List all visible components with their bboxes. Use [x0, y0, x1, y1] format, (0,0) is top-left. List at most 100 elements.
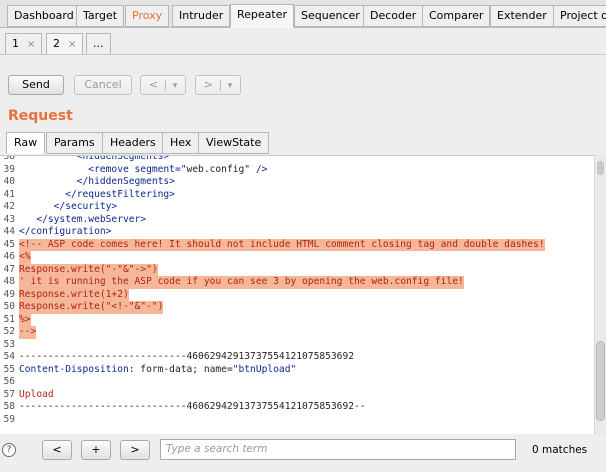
repeater-tab-bar: 1 × 2 × ... [0, 28, 606, 55]
back-button[interactable]: < | ▾ [140, 75, 186, 95]
tab-proxy[interactable]: Proxy [125, 5, 170, 27]
line-number: 50 [3, 301, 15, 312]
code-token: Response.write("<!-"&"-") [19, 301, 164, 312]
tab-target[interactable]: Target [76, 5, 125, 27]
line-number: 44 [3, 226, 15, 237]
next-match-button[interactable]: > [120, 440, 150, 460]
editor-line[interactable]: 59 [0, 414, 594, 427]
editor-line[interactable]: 39 <remove segment="web.config" /> [0, 164, 594, 177]
code-token: Response.write(1+2) [19, 288, 129, 300]
line-code: -----------------------------46062942913… [19, 401, 366, 414]
line-code: </system.webServer> [19, 214, 146, 227]
line-code: --> [19, 326, 37, 339]
previous-match-button[interactable]: < [42, 440, 72, 460]
tab-sequencer[interactable]: Sequencer [294, 5, 367, 27]
scroll-marker [597, 161, 604, 175]
send-button[interactable]: Send [8, 75, 64, 95]
editor-line[interactable]: 42 </security> [0, 201, 594, 214]
tab-params[interactable]: Params [46, 132, 103, 154]
editor-line[interactable]: 52 --> [0, 326, 594, 339]
close-icon[interactable]: × [68, 39, 76, 50]
line-code: <!-- ASP code comes here! It should not … [19, 238, 545, 251]
add-button[interactable]: + [81, 440, 111, 460]
code-token: </hiddenSegments> [19, 176, 175, 187]
editor-line[interactable]: 44 </configuration> [0, 226, 594, 239]
editor-line[interactable]: 47 Response.write("-"&"->") [0, 263, 594, 276]
tab-decoder[interactable]: Decoder [363, 5, 424, 27]
editor-line[interactable]: 49 Response.write(1+2) [0, 288, 594, 301]
vertical-scrollbar[interactable] [594, 155, 606, 434]
repeater-tab-1[interactable]: 1 × [5, 33, 43, 55]
line-number: 53 [3, 338, 15, 350]
editor-line[interactable]: 56 [0, 376, 594, 389]
editor-line[interactable]: 54 -----------------------------460629429… [0, 351, 594, 364]
line-code: Response.write(1+2) [19, 288, 129, 301]
tab-dashboard[interactable]: Dashboard [7, 5, 81, 27]
editor-line[interactable]: 55 Content-Disposition: form-data; name="… [0, 364, 594, 377]
line-number: 59 [3, 413, 15, 425]
line-code: %> [19, 313, 31, 326]
line-code: Response.write("<!-"&"-") [19, 301, 164, 314]
editor-line[interactable]: 43 </system.webServer> [0, 214, 594, 227]
tab-headers[interactable]: Headers [102, 132, 164, 154]
line-number: 54 [3, 351, 15, 362]
line-number: 43 [3, 213, 15, 225]
editor-line[interactable]: 45 <!-- ASP code comes here! It should no… [0, 238, 594, 251]
tab-raw[interactable]: Raw [6, 132, 46, 154]
tab-extender[interactable]: Extender [490, 5, 554, 27]
separator: | [163, 78, 168, 91]
code-token: /> [250, 163, 268, 175]
tab-repeater[interactable]: Repeater [230, 4, 295, 28]
help-icon[interactable]: ? [2, 443, 16, 457]
code-token: Upload [19, 388, 54, 400]
chevron-down-icon[interactable]: ▾ [173, 81, 178, 91]
tab-intruder[interactable]: Intruder [172, 5, 231, 27]
repeater-tab-2[interactable]: 2 × [46, 33, 84, 55]
editor-line[interactable]: 57 Upload [0, 389, 594, 402]
editor-line[interactable]: 46 <% [0, 251, 594, 264]
tab-comparer[interactable]: Comparer [422, 5, 491, 27]
line-code: </requestFiltering> [19, 189, 175, 202]
line-code: </configuration> [19, 226, 111, 239]
code-token: <remove segment= [19, 163, 181, 175]
line-number: 47 [3, 263, 15, 275]
line-number: 46 [3, 251, 15, 262]
line-code: <% [19, 251, 31, 264]
repeater-tab-label: 2 [53, 37, 60, 50]
tab-project-options[interactable]: Project op [553, 5, 606, 27]
code-token: --> [19, 326, 37, 337]
code-token: -----------------------------46062942913… [19, 401, 366, 412]
forward-button[interactable]: > | ▾ [195, 75, 241, 95]
line-number: 58 [3, 401, 15, 412]
code-token: Response.write("-"&"->") [19, 263, 158, 275]
editor-line[interactable]: 51 %> [0, 313, 594, 326]
editor-line[interactable]: 53 [0, 339, 594, 352]
line-number: 41 [3, 188, 15, 200]
code-token: "btnUpload" [232, 363, 297, 375]
line-number: 52 [3, 326, 15, 337]
tab-hex[interactable]: Hex [162, 132, 200, 154]
editor-line[interactable]: 38 <hiddenSegments> [0, 156, 594, 164]
new-tab-button[interactable]: ... [86, 33, 111, 55]
editor-line[interactable]: 50 Response.write("<!-"&"-") [0, 301, 594, 314]
code-token: Content-Disposition [19, 363, 129, 375]
editor-line[interactable]: 58 -----------------------------460629429… [0, 401, 594, 414]
chevron-right-icon: > [203, 78, 213, 91]
line-number: 55 [3, 363, 15, 375]
request-editor[interactable]: 38 <hiddenSegments> 39 <remove segment="w… [0, 155, 594, 434]
tab-viewstate[interactable]: ViewState [198, 132, 270, 154]
code-token: <% [19, 251, 31, 262]
code-token: </system.webServer> [19, 213, 147, 225]
scrollbar-thumb[interactable] [596, 341, 605, 421]
editor-line[interactable]: 40 </hiddenSegments> [0, 176, 594, 189]
code-token: ' it is running the ASP code if you can … [19, 276, 464, 287]
line-number: 57 [3, 388, 15, 400]
line-code: <remove segment="web.config" /> [19, 164, 267, 177]
chevron-down-icon[interactable]: ▾ [228, 81, 233, 91]
editor-line[interactable]: 41 </requestFiltering> [0, 189, 594, 202]
editor-line[interactable]: 48 ' it is running the ASP code if you ca… [0, 276, 594, 289]
search-input[interactable]: Type a search term [160, 439, 516, 460]
close-icon[interactable]: × [27, 39, 35, 50]
code-token: </configuration> [19, 226, 112, 237]
line-number: 42 [3, 201, 15, 212]
